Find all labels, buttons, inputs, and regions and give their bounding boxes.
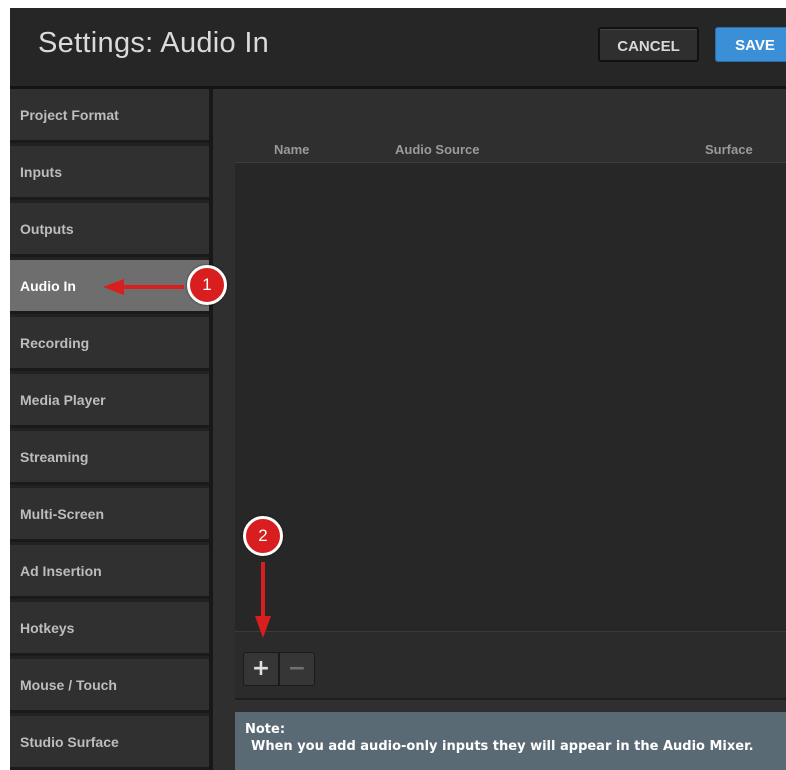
callout-arrow-1 — [103, 279, 184, 295]
callout-arrow-2 — [255, 562, 271, 638]
callout-arrows — [103, 279, 271, 638]
callout-badge-1: 1 — [187, 265, 227, 305]
callout-badge-2: 2 — [243, 516, 283, 556]
